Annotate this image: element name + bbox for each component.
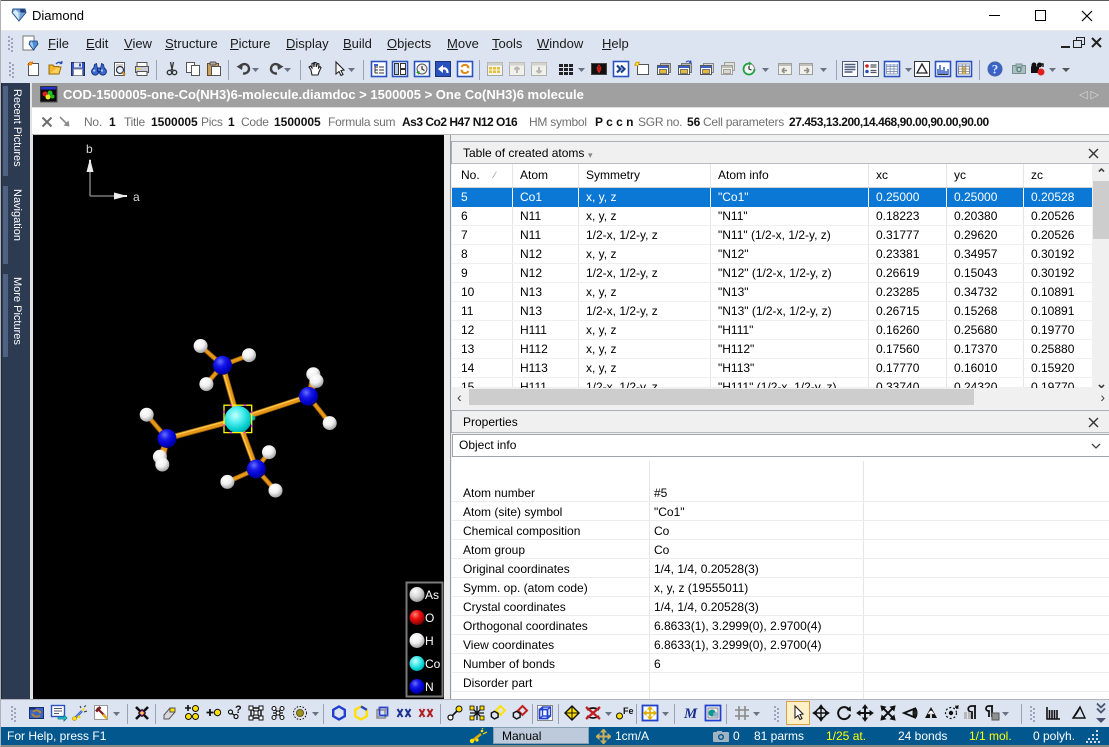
svg-text:M: M: [683, 706, 698, 722]
svg-text:Co: Co: [425, 657, 441, 671]
svg-text:N: N: [425, 680, 434, 694]
svg-text:a: a: [133, 190, 140, 204]
svg-text:Fe: Fe: [623, 706, 634, 716]
svg-text:?: ?: [992, 62, 999, 77]
svg-text:O: O: [425, 611, 434, 625]
svg-text:As: As: [425, 588, 439, 602]
svg-text:H: H: [425, 634, 434, 648]
svg-text:?: ?: [235, 704, 242, 716]
svg-text:b: b: [86, 142, 93, 156]
